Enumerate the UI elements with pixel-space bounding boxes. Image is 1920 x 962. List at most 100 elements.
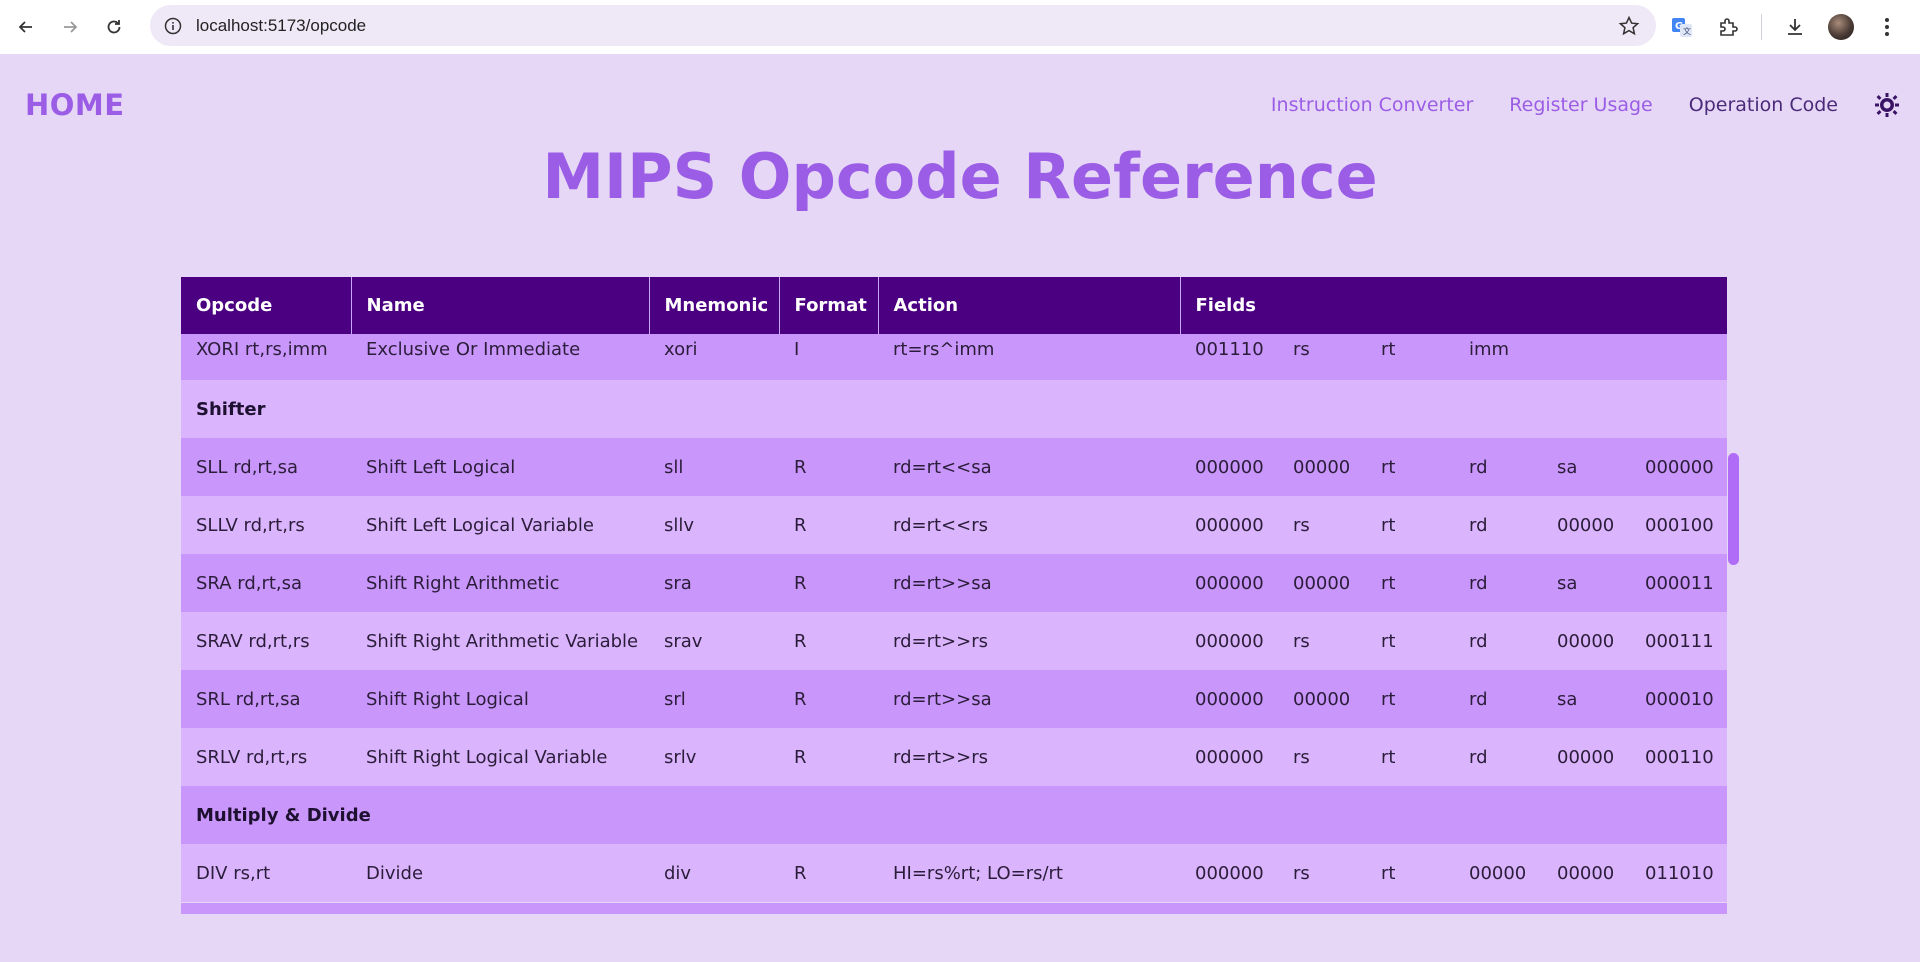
cell-field: rt <box>1366 554 1454 612</box>
cell-mnemonic: div <box>649 844 779 902</box>
cell-mnemonic: srl <box>649 670 779 728</box>
cell-name: Exclusive Or Immediate <box>351 334 649 380</box>
home-link[interactable]: HOME <box>25 88 125 122</box>
cell-action: rd=rt>>rs <box>878 612 1180 670</box>
cell-field <box>1630 334 1727 380</box>
cell-format: R <box>779 438 878 496</box>
cell-name: Shift Right Arithmetic <box>351 554 649 612</box>
cell-field: rt <box>1366 612 1454 670</box>
url-text[interactable]: localhost:5173/opcode <box>196 16 366 36</box>
cell-action: HI=rs%rt; LO=rs/rt <box>878 844 1180 902</box>
top-navigation: Instruction Converter Register Usage Ope… <box>1271 92 1900 118</box>
nav-register-usage[interactable]: Register Usage <box>1509 94 1652 116</box>
cell-mnemonic: srav <box>649 612 779 670</box>
cell-mnemonic: xori <box>649 334 779 380</box>
cell-mnemonic: sll <box>649 438 779 496</box>
cell-field: rt <box>1366 438 1454 496</box>
header-name[interactable]: Name <box>351 277 650 334</box>
cell-field: rd <box>1454 438 1542 496</box>
table-group-row: Shifter <box>181 380 1727 438</box>
cell-action: rd=rt>>sa <box>878 670 1180 728</box>
cell-field: 00000 <box>1542 612 1630 670</box>
group-label: Shifter <box>181 380 1727 438</box>
svg-text:文: 文 <box>1683 26 1691 36</box>
kebab-menu-icon[interactable] <box>1874 14 1900 40</box>
cell-field: 011010 <box>1630 844 1727 902</box>
cell-name: Shift Right Logical <box>351 670 649 728</box>
table-row: SRL rd,rt,sa Shift Right Logical srl Rrd=rt… <box>181 670 1727 728</box>
puzzle-icon[interactable] <box>1715 14 1741 40</box>
cell-action: rd=rt<<sa <box>878 438 1180 496</box>
address-bar[interactable]: localhost:5173/opcode <box>150 5 1656 46</box>
header-action[interactable]: Action <box>878 277 1181 334</box>
cell-action: rt=rs^imm <box>878 334 1180 380</box>
cell-field: 000000 <box>1180 554 1278 612</box>
nav-instruction-converter[interactable]: Instruction Converter <box>1271 94 1473 116</box>
cell-field: 000000 <box>1180 438 1278 496</box>
nav-operation-code[interactable]: Operation Code <box>1689 94 1838 116</box>
table-group-row: Multiply & Divide <box>181 786 1727 844</box>
forward-button[interactable] <box>52 9 88 45</box>
cell-field: 00000 <box>1542 728 1630 786</box>
table-row: SRLV rd,rt,rs Shift Right Logical Variabl… <box>181 728 1727 786</box>
reload-icon <box>107 20 121 34</box>
cell-mnemonic: sra <box>649 554 779 612</box>
cell-field: rs <box>1278 496 1366 554</box>
cell-field: rt <box>1366 334 1454 380</box>
cell-field: 00000 <box>1454 844 1542 902</box>
header-fields[interactable]: Fields <box>1180 277 1727 334</box>
cell-action: rd=rt>>sa <box>878 554 1180 612</box>
cell-field: 000000 <box>1180 844 1278 902</box>
cell-field: rs <box>1278 728 1366 786</box>
profile-avatar[interactable] <box>1828 14 1854 40</box>
info-icon[interactable] <box>164 17 182 35</box>
opcode-table-container[interactable]: Opcode Name Mnemonic Format Action Field… <box>181 277 1727 914</box>
cell-field: sa <box>1542 670 1630 728</box>
cell-field: imm <box>1454 334 1542 380</box>
reload-button[interactable] <box>96 9 132 45</box>
table-row: DIV rs,rt Divide div R HI=rs%rt; LO=rs/rt 000… <box>181 844 1727 902</box>
download-icon[interactable] <box>1782 14 1808 40</box>
cell-field: rs <box>1278 334 1366 380</box>
cell-field: rd <box>1454 670 1542 728</box>
cell-format: I <box>779 334 878 380</box>
cell-field: 000100 <box>1630 496 1727 554</box>
table-row: SLL rd,rt,sa Shift Left Logical sll Rrd=rt<… <box>181 438 1727 496</box>
cell-name: Divide <box>351 844 649 902</box>
cell-opcode: SRL rd,rt,sa <box>181 670 351 728</box>
toolbar-divider <box>1761 14 1762 40</box>
cell-field: 00000 <box>1278 670 1366 728</box>
cell-field: rd <box>1454 496 1542 554</box>
cell-opcode: SRLV rd,rt,rs <box>181 728 351 786</box>
header-mnemonic[interactable]: Mnemonic <box>649 277 780 334</box>
cell-field <box>1542 334 1630 380</box>
cell-opcode: SLLV rd,rt,rs <box>181 496 351 554</box>
header-opcode[interactable]: Opcode <box>181 277 352 334</box>
table-scrollbar[interactable] <box>1728 453 1739 565</box>
cell-format: R <box>779 554 878 612</box>
sun-icon[interactable] <box>1874 92 1900 118</box>
cell-field: 000110 <box>1630 728 1727 786</box>
cell-name: Shift Left Logical Variable <box>351 496 649 554</box>
cell-action: rd=rt<<rs <box>878 496 1180 554</box>
translate-icon[interactable]: G文 <box>1669 14 1695 40</box>
table-header-row: Opcode Name Mnemonic Format Action Field… <box>181 277 1727 334</box>
cell-field: rt <box>1366 728 1454 786</box>
cell-opcode: SRAV rd,rt,rs <box>181 612 351 670</box>
cell-mnemonic: sllv <box>649 496 779 554</box>
group-label: Multiply & Divide <box>181 786 1727 844</box>
cell-field: 00000 <box>1278 438 1366 496</box>
cell-opcode: SLL rd,rt,sa <box>181 438 351 496</box>
cell-field: rs <box>1278 844 1366 902</box>
cell-format: R <box>779 612 878 670</box>
cell-format: R <box>779 844 878 902</box>
header-format[interactable]: Format <box>779 277 879 334</box>
cell-field: 000000 <box>1630 438 1727 496</box>
opcode-table: Opcode Name Mnemonic Format Action Field… <box>181 277 1727 902</box>
arrow-left-icon <box>18 21 32 33</box>
back-button[interactable] <box>8 9 44 45</box>
cell-field: 00000 <box>1542 844 1630 902</box>
cell-field: 000000 <box>1180 728 1278 786</box>
star-icon[interactable] <box>1618 15 1640 37</box>
cell-opcode: DIV rs,rt <box>181 844 351 902</box>
